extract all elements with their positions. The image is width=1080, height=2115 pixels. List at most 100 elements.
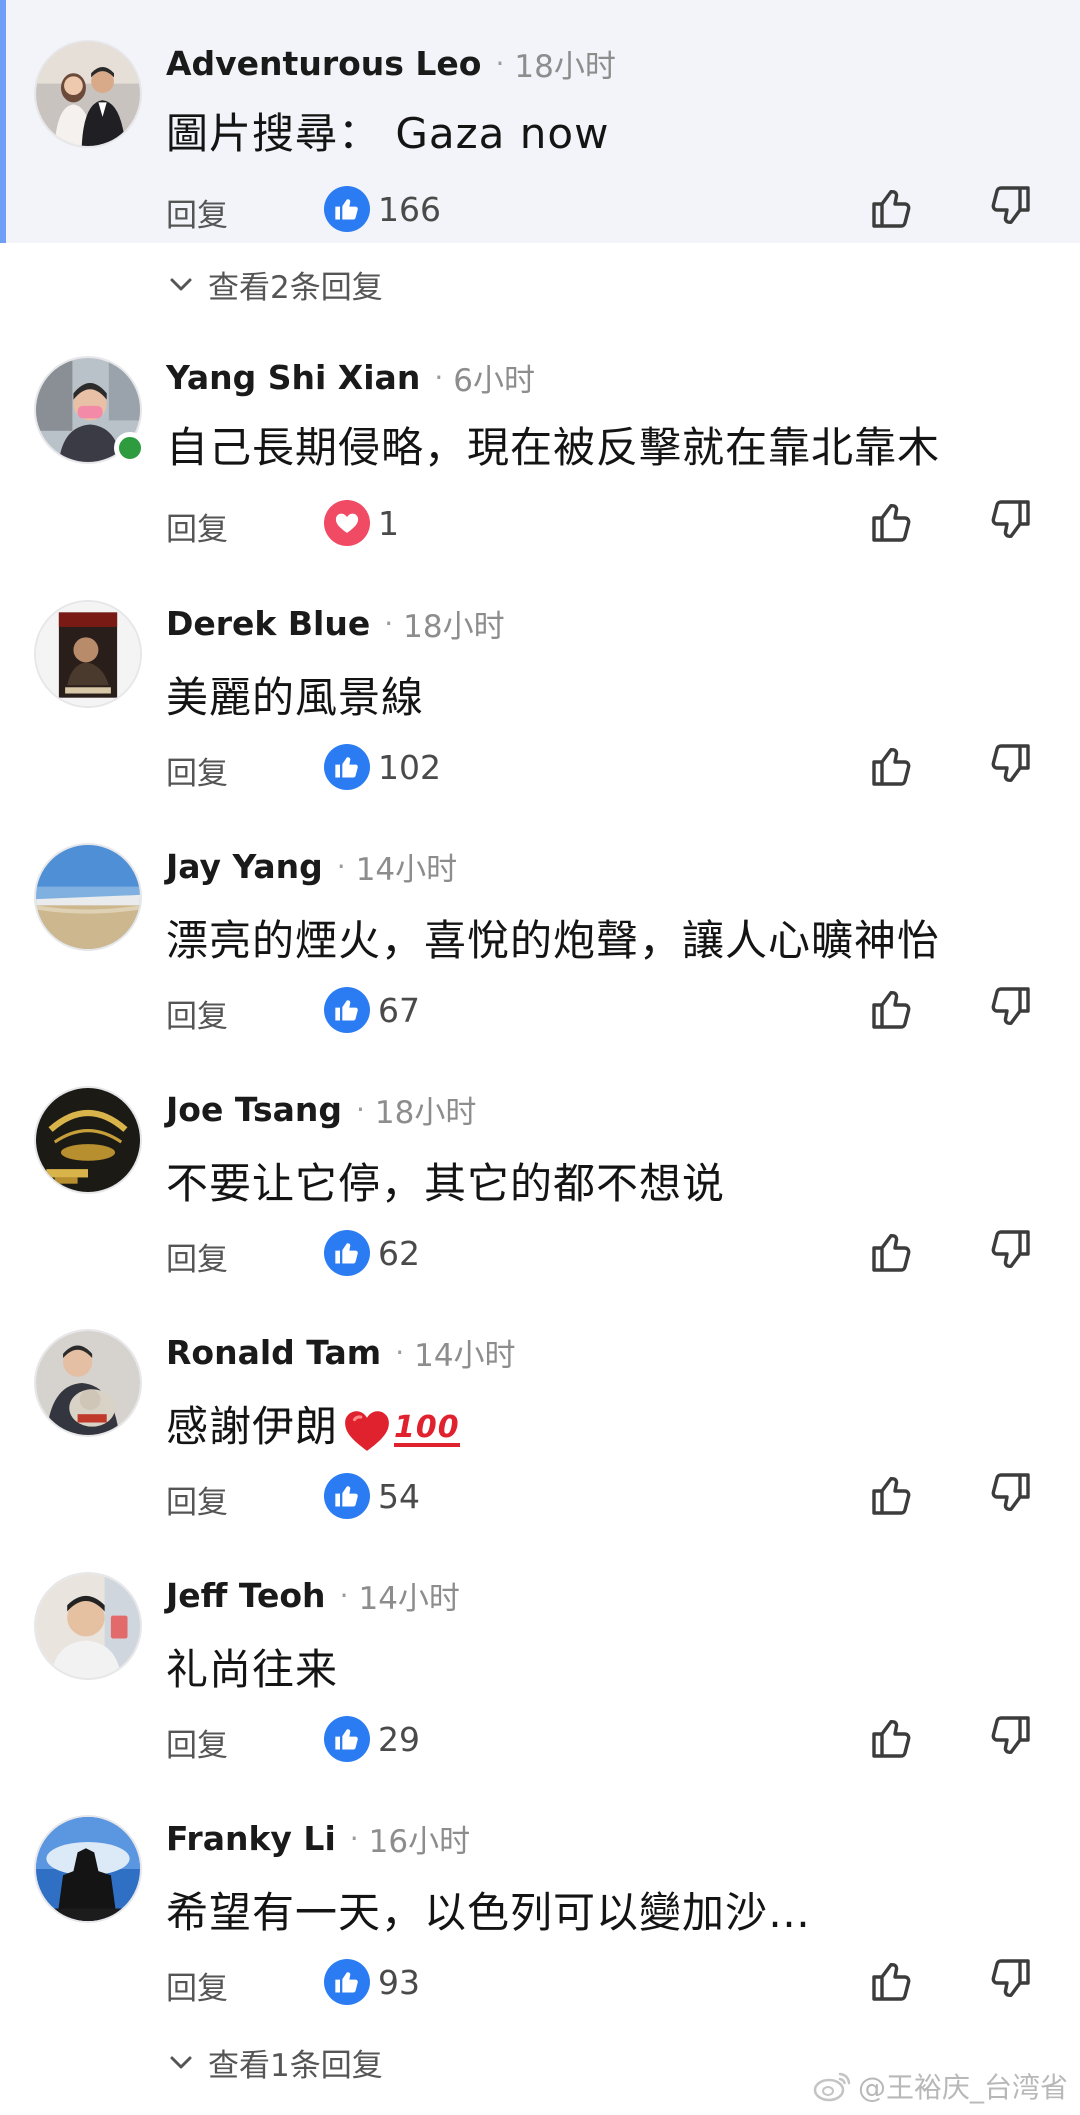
thumbs-up-icon — [324, 1230, 370, 1276]
comment-actions: 回复 67 — [166, 983, 1046, 1039]
reaction-summary[interactable]: 93 — [324, 1957, 420, 2007]
comment-time: 6小时 — [453, 362, 535, 399]
separator-dot: · — [434, 360, 444, 394]
separator-dot: · — [349, 1821, 359, 1855]
thumbs-up-button[interactable] — [866, 1226, 916, 1276]
reaction-count: 54 — [378, 1476, 420, 1516]
comment-time: 18小时 — [514, 48, 616, 85]
online-status-dot — [114, 432, 146, 464]
thumbs-down-button[interactable] — [986, 1955, 1036, 2005]
thumbs-down-button[interactable] — [986, 740, 1036, 790]
thumbs-down-button[interactable] — [986, 983, 1036, 1033]
reply-button[interactable]: 回复 — [166, 190, 228, 235]
thumbs-down-outline-icon — [991, 186, 1030, 224]
user-name[interactable]: Yang Shi Xian — [166, 358, 420, 397]
thumbs-down-button[interactable] — [986, 496, 1036, 546]
comment-meta: Derek Blue · 18小时 — [166, 602, 505, 645]
thumbs-up-outline-icon — [872, 991, 911, 1029]
thumbs-up-icon — [324, 1473, 370, 1519]
reaction-summary[interactable]: 102 — [324, 742, 441, 792]
red-heart-emoji-icon — [345, 1410, 389, 1451]
comment-item: Yang Shi Xian · 6小时 自己長期侵略，現在被反擊就在靠北靠木 回… — [0, 316, 1080, 559]
comment-text: 感謝伊朗 100 — [166, 1393, 460, 1454]
user-name[interactable]: Franky Li — [166, 1819, 336, 1858]
reaction-summary[interactable]: 62 — [324, 1228, 420, 1278]
view-replies-button[interactable]: 查看2条回复 — [166, 262, 383, 306]
avatar[interactable] — [34, 843, 142, 951]
thumbs-down-button[interactable] — [986, 1226, 1036, 1276]
view-replies-label: 查看1条回复 — [208, 2047, 383, 2084]
hundred-points-emoji: 100 — [394, 1409, 460, 1447]
comment-actions: 回复 166 — [166, 182, 1046, 238]
thumbs-up-button[interactable] — [866, 983, 916, 1033]
comment-actions: 回复 62 — [166, 1226, 1046, 1282]
reply-button[interactable]: 回复 — [166, 748, 228, 793]
user-name[interactable]: Jay Yang — [166, 847, 323, 886]
thumbs-up-button[interactable] — [866, 1469, 916, 1519]
thumbs-up-button[interactable] — [866, 1955, 916, 2005]
comment-item: Adventurous Leo · 18小时 圖片搜尋： Gaza now 回复… — [0, 0, 1080, 243]
comment-actions: 回复 93 — [166, 1955, 1046, 2011]
reply-button[interactable]: 回复 — [166, 991, 228, 1036]
comment-item: Jay Yang · 14小时 漂亮的煙火，喜悅的炮聲，讓人心曠神怡 回复 67 — [0, 803, 1080, 1046]
user-name[interactable]: Joe Tsang — [166, 1090, 342, 1129]
comment-text: 自己長期侵略，現在被反擊就在靠北靠木 — [166, 423, 941, 472]
user-name[interactable]: Derek Blue — [166, 604, 370, 643]
comment-text: 圖片搜尋： Gaza now — [166, 109, 610, 158]
comment-item: Jeff Teoh · 14小时 礼尚往来 回复 29 — [0, 1532, 1080, 1775]
reaction-count: 93 — [378, 1962, 420, 2002]
thumbs-up-outline-icon — [872, 504, 911, 542]
reaction-summary[interactable]: 67 — [324, 985, 420, 1035]
thumbs-up-outline-icon — [872, 1234, 911, 1272]
reply-button[interactable]: 回复 — [166, 504, 228, 549]
user-name[interactable]: Adventurous Leo — [166, 44, 481, 83]
avatar[interactable] — [34, 600, 142, 708]
avatar[interactable] — [34, 1329, 142, 1437]
avatar[interactable] — [34, 1572, 142, 1680]
thumbs-up-outline-icon — [872, 748, 911, 786]
reply-button[interactable]: 回复 — [166, 1477, 228, 1522]
separator-dot: · — [355, 1092, 365, 1126]
avatar[interactable] — [34, 1815, 142, 1923]
reaction-summary[interactable]: 29 — [324, 1714, 420, 1764]
reaction-summary[interactable]: 1 — [324, 498, 399, 548]
thumbs-down-outline-icon — [991, 1473, 1030, 1511]
view-replies-button[interactable]: 查看1条回复 — [166, 2040, 383, 2084]
user-name[interactable]: Ronald Tam — [166, 1333, 381, 1372]
thumbs-up-button[interactable] — [866, 496, 916, 546]
thumbs-up-icon — [324, 186, 370, 232]
thumbs-up-icon — [324, 744, 370, 790]
avatar[interactable] — [34, 40, 142, 148]
reaction-count: 166 — [378, 189, 441, 229]
thumbs-down-outline-icon — [991, 987, 1030, 1025]
thumbs-down-button[interactable] — [986, 1712, 1036, 1762]
view-replies-label: 查看2条回复 — [208, 269, 383, 306]
comment-time: 16小时 — [368, 1823, 471, 1860]
reply-button[interactable]: 回复 — [166, 1234, 228, 1279]
thumbs-down-outline-icon — [991, 1716, 1030, 1754]
thumbs-down-button[interactable] — [986, 182, 1036, 232]
comment-text: 礼尚往来 — [166, 1645, 339, 1694]
thumbs-down-button[interactable] — [986, 1469, 1036, 1519]
avatar[interactable] — [34, 1086, 142, 1194]
thumbs-up-outline-icon — [872, 190, 911, 228]
thumbs-up-button[interactable] — [866, 740, 916, 790]
user-name[interactable]: Jeff Teoh — [166, 1576, 326, 1615]
weibo-icon — [813, 2072, 851, 2102]
reaction-summary[interactable]: 54 — [324, 1471, 420, 1521]
chevron-down-icon — [170, 2056, 192, 2069]
comment-text: 希望有一天，以色列可以變加沙… — [166, 1888, 812, 1937]
thumbs-up-icon — [324, 1959, 370, 2005]
watermark-text: @王裕庆_台湾省 — [857, 2071, 1068, 2104]
reaction-summary[interactable]: 166 — [324, 184, 441, 234]
comment-feed: Adventurous Leo · 18小时 圖片搜尋： Gaza now 回复… — [0, 0, 1080, 2115]
reply-button[interactable]: 回复 — [166, 1720, 228, 1765]
comment-time: 18小时 — [374, 1094, 477, 1131]
reply-button[interactable]: 回复 — [166, 1963, 228, 2008]
comment-actions: 回复 1 — [166, 496, 1046, 552]
thumbs-up-button[interactable] — [866, 182, 916, 232]
comment-text: 不要让它停，其它的都不想说 — [166, 1159, 726, 1208]
separator-dot: · — [384, 606, 394, 640]
thumbs-up-button[interactable] — [866, 1712, 916, 1762]
thumbs-up-icon — [324, 987, 370, 1033]
